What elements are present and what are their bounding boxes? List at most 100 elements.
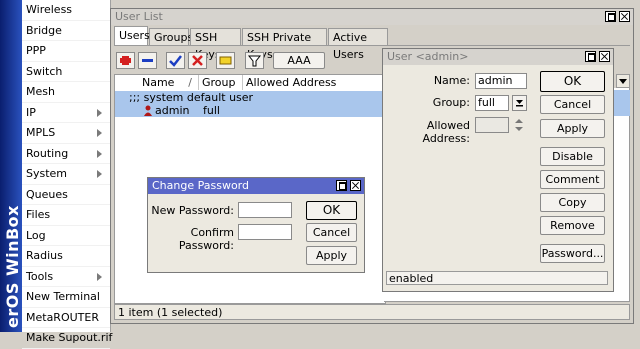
user-dialog: User <admin> Name: admin Group: full All… xyxy=(382,48,614,292)
table-row-comment[interactable]: ;;; system default user xyxy=(115,91,385,104)
column-header-allowed-address[interactable]: Allowed Address xyxy=(243,75,385,90)
user-dialog-status: enabled xyxy=(386,271,608,285)
remove-icon xyxy=(142,59,153,62)
stepper-icon xyxy=(515,119,523,131)
menu-item-ppp[interactable]: PPP xyxy=(22,41,110,62)
change-password-titlebar[interactable]: Change Password xyxy=(148,178,364,194)
maximize-icon[interactable] xyxy=(336,180,347,191)
menu-item-files[interactable]: Files xyxy=(22,205,110,226)
disable-x-icon xyxy=(192,55,203,66)
menu-item-make-supout-rif[interactable]: Make Supout.rif xyxy=(22,328,112,349)
menu-item-label: Bridge xyxy=(26,23,62,37)
user-icon xyxy=(143,105,153,119)
menu-item-label: System xyxy=(26,167,68,180)
menu-item-wireless[interactable]: Wireless xyxy=(22,0,110,21)
menu-item-label: Files xyxy=(26,208,51,221)
dropdown-arrow-icon xyxy=(516,100,523,107)
remove-button[interactable] xyxy=(138,52,157,69)
tab-users[interactable]: Users xyxy=(114,26,150,45)
menu-item-switch[interactable]: Switch xyxy=(22,62,110,82)
menu-item-system[interactable]: System xyxy=(22,164,110,185)
menu-item-label: Wireless xyxy=(26,3,73,16)
ok-button[interactable]: OK xyxy=(540,71,605,92)
tab-panel xyxy=(114,45,630,46)
filter-button[interactable] xyxy=(245,52,264,69)
new-password-label: New Password: xyxy=(151,204,234,217)
brand-text: erOS WinBox xyxy=(3,205,22,328)
brand-strip: erOS WinBox xyxy=(0,0,22,332)
menu-item-label: Radius xyxy=(26,249,63,262)
copy-button[interactable]: Copy xyxy=(540,193,605,212)
group-select[interactable]: full xyxy=(475,95,509,111)
user-dialog-title: User <admin> xyxy=(387,50,469,63)
menu-item-tools[interactable]: Tools xyxy=(22,267,110,287)
cell-name: admin xyxy=(155,104,190,117)
close-icon[interactable] xyxy=(619,11,630,22)
menu-item-ip[interactable]: IP xyxy=(22,103,110,123)
tab-ssh-private-keys[interactable]: SSH Private Keys xyxy=(242,28,327,61)
close-icon[interactable] xyxy=(599,51,610,62)
enable-button[interactable] xyxy=(166,52,185,69)
apply-button[interactable]: Apply xyxy=(306,246,357,265)
menu-item-label: New Terminal xyxy=(26,290,100,303)
submenu-arrow-icon xyxy=(97,170,102,178)
menu-item-label: Mesh xyxy=(26,85,55,98)
column-dropdown[interactable] xyxy=(616,74,630,88)
aaa-button[interactable]: AAA xyxy=(273,52,325,69)
user-list-titlebar[interactable]: User List xyxy=(111,9,633,25)
menu-item-label: Tools xyxy=(26,269,54,283)
tab-ssh-keys[interactable]: SSH Keys xyxy=(190,28,241,61)
table-row[interactable]: admin full xyxy=(115,104,385,117)
tab-active-users[interactable]: Active Users xyxy=(328,28,388,61)
dropdown-arrow-icon xyxy=(619,79,627,84)
cancel-button[interactable]: Cancel xyxy=(540,95,605,114)
menu-item-mpls[interactable]: MPLS xyxy=(22,123,110,144)
comment-button[interactable] xyxy=(216,52,235,69)
menu-item-queues[interactable]: Queues xyxy=(22,185,110,205)
menu-item-radius[interactable]: Radius xyxy=(22,246,110,267)
comment-icon xyxy=(219,56,232,65)
confirm-password-field[interactable] xyxy=(238,224,292,240)
menu-item-label: Log xyxy=(26,228,46,242)
cancel-button[interactable]: Cancel xyxy=(306,223,357,242)
maximize-icon[interactable] xyxy=(585,51,596,62)
menu-item-label: MetaROUTER xyxy=(26,310,99,324)
new-password-field[interactable] xyxy=(238,202,292,218)
name-field[interactable]: admin xyxy=(475,73,527,89)
status-bar: 1 item (1 selected) xyxy=(114,304,630,320)
password-button[interactable]: Password... xyxy=(540,244,605,263)
allowed-address-stepper[interactable] xyxy=(513,117,525,133)
disable-button[interactable]: Disable xyxy=(540,147,605,166)
menu-item-metarouter[interactable]: MetaROUTER xyxy=(22,308,110,328)
menu-item-routing[interactable]: Routing xyxy=(22,144,110,164)
filter-icon xyxy=(247,55,262,67)
ok-button[interactable]: OK xyxy=(306,201,357,220)
menu-item-bridge[interactable]: Bridge xyxy=(22,21,110,41)
user-dialog-titlebar[interactable]: User <admin> xyxy=(383,49,613,65)
submenu-arrow-icon xyxy=(97,129,102,137)
comment-text: ;;; system default user xyxy=(129,91,254,104)
change-password-title: Change Password xyxy=(152,179,249,192)
menu-item-label: PPP xyxy=(26,44,46,57)
remove-button[interactable]: Remove xyxy=(540,216,605,235)
menu-item-log[interactable]: Log xyxy=(22,226,110,246)
menu-item-label: Routing xyxy=(26,146,69,160)
submenu-arrow-icon xyxy=(97,108,102,117)
close-icon[interactable] xyxy=(350,180,361,191)
column-header-name[interactable]: Name / xyxy=(139,75,199,90)
maximize-icon[interactable] xyxy=(605,11,616,22)
comment-button[interactable]: Comment xyxy=(540,170,605,189)
submenu-arrow-icon xyxy=(97,149,102,158)
change-password-dialog: Change Password New Password: Confirm Pa… xyxy=(147,177,365,273)
group-dropdown-button[interactable] xyxy=(512,95,527,111)
allowed-address-field[interactable] xyxy=(475,117,509,133)
menu-item-new-terminal[interactable]: New Terminal xyxy=(22,287,110,308)
menu-item-label: Switch xyxy=(26,64,63,78)
column-header-group[interactable]: Group xyxy=(199,75,243,90)
menu-item-label: MPLS xyxy=(26,126,56,139)
apply-button[interactable]: Apply xyxy=(540,119,605,138)
menu-item-mesh[interactable]: Mesh xyxy=(22,82,110,103)
add-button[interactable] xyxy=(116,52,135,69)
tab-groups[interactable]: Groups xyxy=(149,28,193,45)
disable-button[interactable] xyxy=(188,52,207,69)
